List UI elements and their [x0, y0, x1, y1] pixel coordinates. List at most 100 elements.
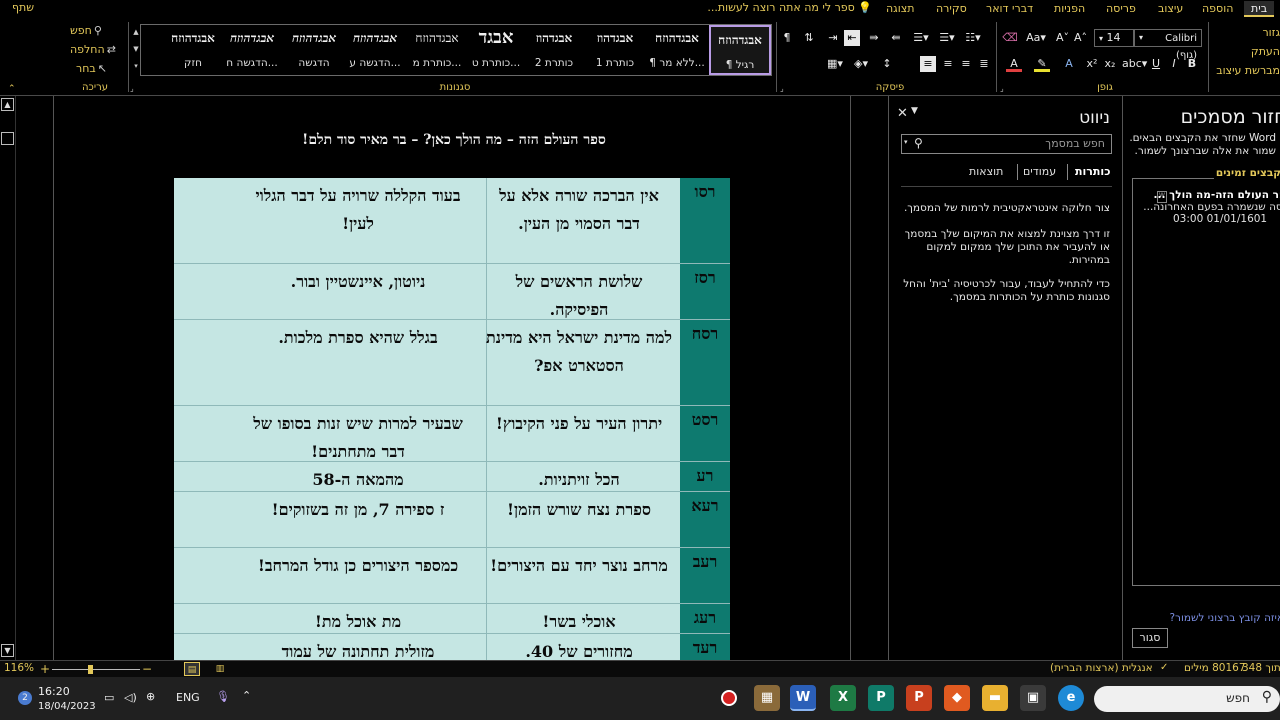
rtl-direction-icon[interactable]: ⇤	[844, 30, 860, 46]
underline-icon[interactable]: U	[1150, 56, 1162, 72]
row-question[interactable]: שלושת הראשים של הפיסיקה.	[486, 268, 672, 324]
text-effects-icon[interactable]: A	[1062, 56, 1076, 72]
excel-app-icon[interactable]: X	[830, 685, 856, 711]
pilcrow-icon[interactable]: ¶	[780, 30, 794, 46]
align-right-icon[interactable]: ≡	[920, 56, 936, 72]
record-app-icon[interactable]	[716, 685, 742, 711]
tab-insert[interactable]: הוספה	[1202, 1, 1233, 17]
photo-app-icon[interactable]: ▦	[754, 685, 780, 711]
dropdown-icon[interactable]: ▾	[904, 138, 908, 146]
numbering-icon[interactable]: ☰▾	[936, 30, 958, 46]
italic-icon[interactable]: I	[1168, 56, 1180, 72]
copy-button[interactable]: העתק	[1251, 45, 1280, 58]
multilevel-list-icon[interactable]: ☰▾	[910, 30, 932, 46]
network-icon[interactable]: ⊕	[146, 690, 155, 703]
chevron-up-icon[interactable]: ⌃	[242, 689, 251, 702]
row-answer[interactable]: ניוטון, איינשטיין ובור.	[240, 268, 476, 296]
find-button[interactable]: ⚲חפש	[70, 24, 102, 37]
style-item[interactable]: אבגדהוז כותרת 2	[523, 25, 585, 75]
increase-indent-icon[interactable]: ⇛	[866, 30, 882, 46]
row-question[interactable]: יתרון העיר על פני הקיבוץ!	[486, 410, 672, 438]
style-item[interactable]: אבגדהוזח הדגשה ע...	[345, 25, 405, 75]
bold-icon[interactable]: B	[1186, 56, 1198, 72]
tab-headings[interactable]: כותרות	[1075, 165, 1110, 178]
cut-button[interactable]: גזור	[1262, 26, 1280, 39]
row-question[interactable]: למה מדינת ישראל היא מדינת הסטארט אפ?	[486, 324, 672, 380]
line-spacing-icon[interactable]: ↕	[880, 56, 894, 72]
word-app-icon[interactable]: W	[790, 685, 816, 711]
file-explorer-icon[interactable]: ▬	[982, 685, 1008, 711]
align-left-icon[interactable]: ≡	[958, 56, 974, 72]
read-mode-icon[interactable]: ▥	[212, 662, 228, 676]
row-question[interactable]: מרחב נוצר יחד עם היצורים!	[486, 552, 672, 580]
font-color-icon[interactable]: A	[1006, 56, 1022, 72]
scroll-down-icon[interactable]: ▼	[1, 644, 14, 657]
store-app-icon[interactable]: ▣	[1020, 685, 1046, 711]
row-question[interactable]: מחזורים של 40.	[486, 638, 672, 660]
row-answer[interactable]: בעוד הקללה שרויה על דבר הגלוי לעין!	[240, 182, 476, 238]
row-answer[interactable]: שבעיר למרות שיש זנות בסופו של דבר מתחתני…	[240, 410, 476, 466]
format-painter-button[interactable]: מברשת עיצוב	[1216, 64, 1280, 77]
print-layout-icon[interactable]: ▤	[184, 662, 200, 676]
collapse-ribbon-icon[interactable]: ⌃	[8, 84, 16, 94]
tab-home[interactable]: בית	[1244, 1, 1275, 17]
ltr-direction-icon[interactable]: ⇥	[826, 30, 840, 46]
font-launcher-icon[interactable]: ⌟	[1000, 84, 1004, 93]
tell-me-box[interactable]: 💡 ספר לי מה אתה רוצה לעשות...	[702, 1, 872, 17]
style-item[interactable]: אבגד כותרת ט...	[469, 25, 523, 75]
search-icon[interactable]: ⚲	[914, 136, 923, 150]
word-count[interactable]: 80167 מילים	[1184, 662, 1246, 674]
highlight-icon[interactable]: ✎	[1034, 56, 1050, 72]
borders-icon[interactable]: ▦▾	[826, 56, 844, 72]
recovery-file-item[interactable]: ספר העולם הזה-מה הולך ... גרסה שנשמרה בפ…	[1143, 189, 1280, 225]
taskbar-search-box[interactable]: חפש ⚲	[1094, 686, 1280, 712]
close-icon[interactable]: ✕	[897, 106, 908, 121]
row-answer[interactable]: מזולית תחתונה של עמוד	[240, 638, 476, 660]
navigation-search-input[interactable]: ▾ ⚲ חפש במסמך	[901, 134, 1112, 154]
decrease-indent-icon[interactable]: ⇚	[888, 30, 904, 46]
style-item[interactable]: אבגדהוזח ¶ ללא מר...	[645, 25, 709, 75]
tab-references[interactable]: הפניות	[1054, 1, 1085, 17]
share-button[interactable]: שתף	[12, 1, 34, 14]
microphone-icon[interactable]: 🎙	[216, 690, 230, 703]
battery-icon[interactable]: ▭	[104, 691, 114, 704]
edge-browser-icon[interactable]: e	[1058, 685, 1084, 711]
clock-time[interactable]: 16:20	[38, 685, 70, 698]
grow-font-icon[interactable]: A˄	[1074, 30, 1087, 46]
clock-date[interactable]: 18/04/2023	[38, 701, 96, 712]
row-answer[interactable]: ז ספירה 7, מן זה בשזוקים!	[240, 496, 476, 524]
row-question[interactable]: הכל זויתניות.	[486, 466, 672, 494]
page-count[interactable]: עמוד 31 מתוך 348	[1242, 662, 1280, 674]
bullets-icon[interactable]: ☷▾	[962, 30, 984, 46]
zoom-slider-thumb[interactable]	[88, 665, 93, 674]
recovery-close-button[interactable]: סגור	[1132, 628, 1168, 648]
brave-browser-icon[interactable]: ◆	[944, 685, 970, 711]
notification-badge[interactable]: 2	[18, 691, 32, 705]
tab-view[interactable]: תצוגה	[886, 1, 914, 17]
recovery-question-link[interactable]: באיזה קובץ ברצוני לשמור?	[1169, 612, 1280, 624]
zoom-out-icon[interactable]: −	[142, 662, 152, 676]
shrink-font-icon[interactable]: A˅	[1056, 30, 1069, 46]
tab-results[interactable]: תוצאות	[969, 165, 1003, 178]
superscript-icon[interactable]: x²	[1086, 56, 1098, 72]
row-answer[interactable]: מהמאה ה-58	[240, 466, 476, 494]
row-question[interactable]: אין הברכה שורה אלא על דבר הסמוי מן העין.	[486, 182, 672, 238]
document-canvas[interactable]: ספר העולם הזה – מה הולך כאן? – בר מאיר ס…	[53, 96, 851, 660]
justify-icon[interactable]: ≣	[976, 56, 992, 72]
style-item[interactable]: אבגדהוז כותרת 1	[585, 25, 645, 75]
subscript-icon[interactable]: x₂	[1104, 56, 1116, 72]
publisher-app-icon[interactable]: P	[868, 685, 894, 711]
shading-icon[interactable]: ◈▾	[852, 56, 870, 72]
row-question[interactable]: ספרת נצח שורש הזמן!	[486, 496, 672, 524]
input-language[interactable]: ENG	[176, 691, 200, 704]
row-answer[interactable]: בגלל שהיא ספרת מלכות.	[240, 324, 476, 352]
tab-pages[interactable]: עמודים	[1023, 165, 1056, 178]
replace-button[interactable]: ⇄החלפה	[70, 43, 116, 56]
powerpoint-app-icon[interactable]: P	[906, 685, 932, 711]
proofing-icon[interactable]: ✓	[1160, 662, 1168, 673]
tab-layout[interactable]: פריסה	[1106, 1, 1136, 17]
ruler-tab-selector[interactable]	[1, 132, 14, 145]
style-item[interactable]: אבגדהוזח הדגשה ח...	[221, 25, 283, 75]
zoom-level[interactable]: 116%	[4, 662, 34, 674]
row-answer[interactable]: כמספר היצורים כן גודל המרחב!	[240, 552, 476, 580]
